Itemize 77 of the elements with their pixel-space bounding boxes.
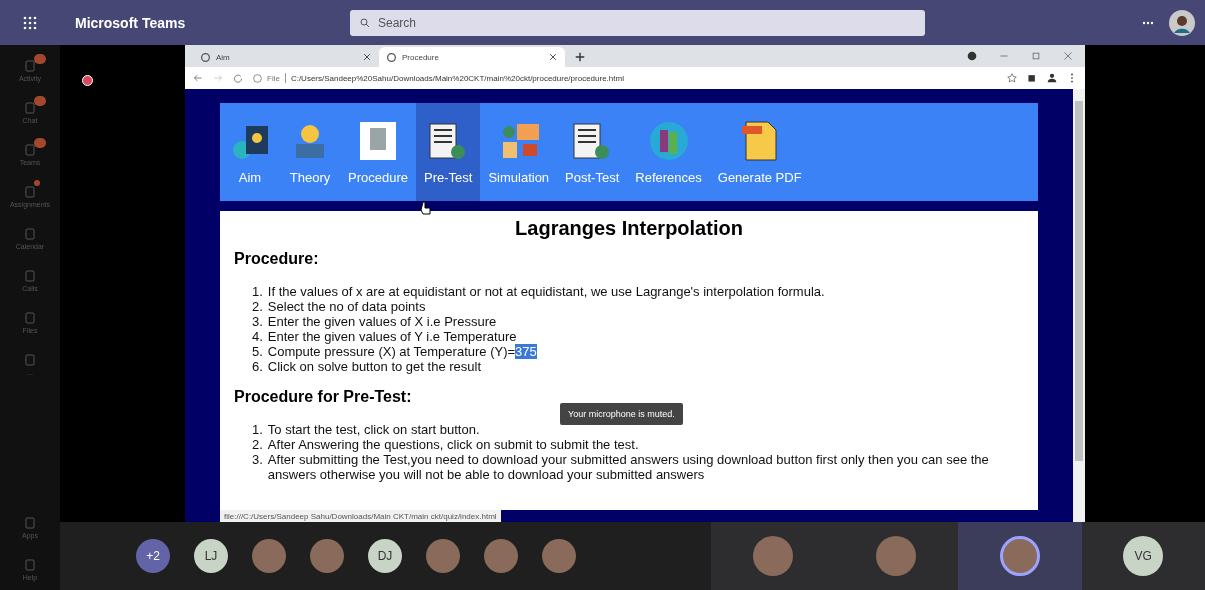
new-tab-icon bbox=[575, 52, 585, 62]
section-heading: Procedure for Pre-Test: bbox=[234, 388, 413, 406]
close-tab-icon bbox=[363, 52, 371, 61]
step-text: If the values of x are at equidistant or not at equidistant, we use Lagrange's interpolation formula. bbox=[267, 284, 825, 299]
participant-avatar[interactable]: LJ bbox=[194, 539, 228, 573]
step-text: After Answering the questions, click on submit to submit the test. bbox=[267, 437, 639, 452]
browser-tab[interactable]: Aim bbox=[193, 47, 379, 67]
step-text: After submitting the Test,you need to download your submitted answers using download button first only then you can see the answers otherwise you will not be able to download your submitted answers bbox=[267, 452, 990, 482]
tooltip: Your microphone is muted. bbox=[560, 403, 683, 425]
step-number: 4. bbox=[252, 329, 263, 344]
step-text: Click on solve button to get the result bbox=[267, 359, 482, 374]
participant-tile[interactable] bbox=[834, 522, 958, 590]
rail-icon bbox=[23, 58, 37, 73]
nav-item[interactable]: References bbox=[627, 103, 710, 201]
nav-item[interactable]: Theory bbox=[280, 103, 340, 201]
circle-icon bbox=[967, 51, 977, 61]
participant-avatar[interactable] bbox=[484, 539, 518, 573]
address-bar[interactable]: File C:/Users/Sandeep%20Sahu/Downloads/Main%20CKT/main%20ckt/procedure/procedure.html bbox=[253, 73, 997, 83]
back-icon bbox=[193, 73, 203, 83]
participant-avatar bbox=[752, 536, 793, 576]
rail-icon bbox=[23, 268, 37, 283]
participant-avatar: VG bbox=[1123, 536, 1164, 576]
tab-title: Procedure bbox=[402, 52, 439, 62]
status-url: file:///C:/Users/Sandeep Sahu/Downloads/Main CKT/main ckt/quiz/index.html bbox=[220, 510, 501, 522]
section-heading: Procedure: bbox=[234, 250, 320, 268]
more-participants-button[interactable]: +2 bbox=[136, 539, 170, 573]
rail-icon bbox=[23, 100, 37, 115]
rail-icon bbox=[23, 557, 37, 572]
rail-icon bbox=[23, 352, 37, 367]
restore-icon bbox=[1031, 51, 1041, 61]
participant-avatar[interactable] bbox=[252, 539, 286, 573]
participant-tile[interactable] bbox=[711, 522, 835, 590]
rail-icon bbox=[23, 142, 37, 157]
nav-item[interactable]: Generate PDF bbox=[709, 103, 810, 201]
recording-indicator bbox=[82, 75, 93, 86]
forward-icon bbox=[213, 73, 223, 83]
participant-tile[interactable]: VG bbox=[1081, 522, 1205, 590]
step-number: 3. bbox=[252, 314, 263, 329]
tab-title: Aim bbox=[216, 52, 230, 62]
profile-avatar[interactable] bbox=[1169, 9, 1195, 36]
participant-avatar[interactable] bbox=[426, 539, 460, 573]
step-number: 1. bbox=[252, 284, 263, 299]
rail-icon bbox=[23, 310, 37, 325]
nav-item[interactable]: Simulation bbox=[480, 103, 558, 201]
nav-item[interactable]: Procedure bbox=[340, 103, 416, 201]
app-grid-icon bbox=[23, 15, 37, 30]
page-title: Lagranges Interpolation bbox=[514, 217, 744, 240]
nav-item[interactable]: Post-Test bbox=[557, 103, 628, 201]
step-number: 1. bbox=[252, 422, 263, 437]
step-number: 6. bbox=[252, 359, 263, 374]
participant-avatar bbox=[876, 536, 917, 576]
participant-tile[interactable] bbox=[958, 522, 1082, 590]
browser-tab[interactable]: Procedure bbox=[379, 47, 565, 67]
close-tab-icon bbox=[549, 52, 557, 61]
rail-icon bbox=[23, 515, 37, 530]
rail-icon bbox=[23, 226, 37, 241]
step-number: 2. bbox=[252, 437, 263, 452]
step-number: 2. bbox=[252, 299, 263, 314]
participant-avatar bbox=[999, 536, 1040, 576]
person-icon bbox=[1047, 73, 1057, 83]
search-field[interactable]: Search bbox=[350, 9, 925, 36]
participant-avatar[interactable]: DJ bbox=[368, 539, 402, 573]
step-number: 3. bbox=[252, 452, 263, 469]
close-icon bbox=[1063, 51, 1073, 61]
step-text: Select the no of data points bbox=[267, 299, 426, 314]
step-text: Enter the given values of X i.e Pressure bbox=[267, 314, 497, 329]
star-icon bbox=[1007, 73, 1017, 83]
nav-item[interactable]: Aim bbox=[220, 103, 280, 201]
app-title: Microsoft Teams bbox=[74, 14, 187, 31]
step-number: 5. bbox=[252, 344, 263, 359]
step-text: Enter the given values of Y i.e Temperature bbox=[267, 329, 517, 344]
reload-icon bbox=[233, 73, 243, 83]
rail-icon bbox=[23, 184, 37, 199]
participant-avatar[interactable] bbox=[542, 539, 576, 573]
participant-avatar[interactable] bbox=[310, 539, 344, 573]
step-text: To start the test, click on start button. bbox=[267, 422, 480, 437]
scrollbar[interactable] bbox=[1073, 89, 1085, 522]
